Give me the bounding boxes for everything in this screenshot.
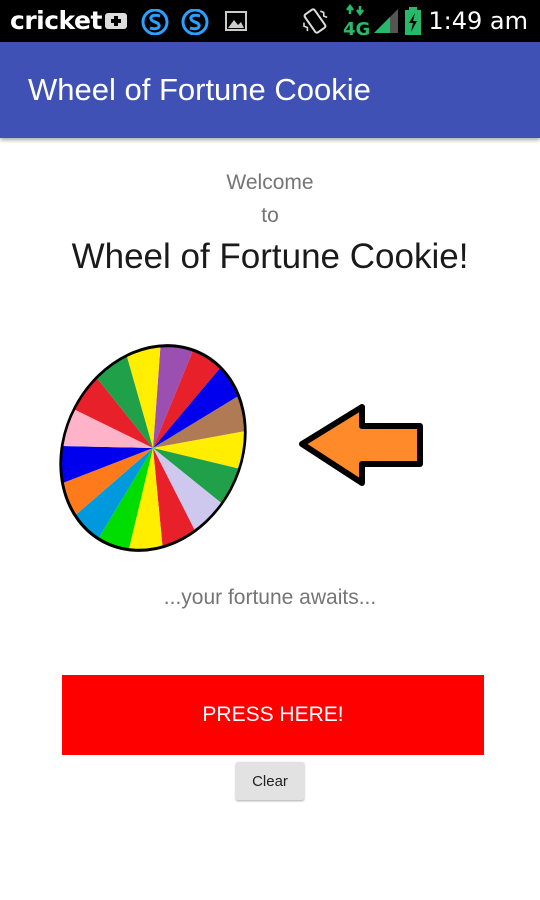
press-here-button[interactable]: PRESS HERE!	[62, 675, 484, 755]
carrier-name: cricket	[10, 6, 102, 35]
fortune-awaits-text: ...your fortune awaits...	[163, 586, 377, 609]
welcome-to-text: to	[261, 204, 279, 227]
battery-charging-icon	[404, 6, 422, 41]
plus-badge-icon	[104, 9, 130, 38]
app-title: Wheel of Fortune Cookie	[28, 72, 371, 107]
page-headline: Wheel of Fortune Cookie!	[71, 237, 469, 276]
welcome-text: Welcome	[226, 171, 314, 194]
clock: 1:49 am	[428, 7, 528, 35]
image-icon	[224, 9, 248, 38]
pointer-arrow	[296, 404, 424, 486]
fortune-wheel	[44, 330, 262, 566]
status-bar: cricket 4G 1:49 am	[0, 0, 540, 42]
clear-button[interactable]: Clear	[236, 762, 304, 800]
svg-text:4G: 4G	[343, 19, 370, 38]
sync-s-icon	[140, 8, 170, 40]
sync-s-icon	[180, 8, 210, 40]
signal-icon	[372, 7, 400, 40]
vibrate-icon	[300, 6, 330, 41]
app-bar: Wheel of Fortune Cookie	[0, 42, 540, 138]
network-4g-icon: 4G	[342, 3, 370, 43]
